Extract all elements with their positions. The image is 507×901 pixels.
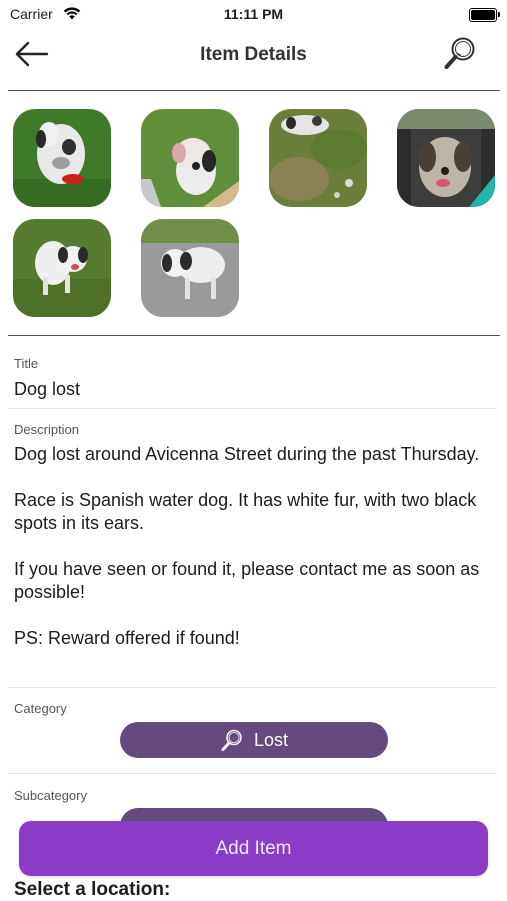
clock: 11:11 PM [223,6,284,22]
photo-thumbnail[interactable] [13,109,111,207]
description-label: Description [14,422,80,437]
photo-thumbnail[interactable] [141,109,239,207]
add-item-button[interactable]: Add Item [19,821,488,876]
gallery-divider [8,335,500,336]
magnifier-icon [444,37,475,69]
title-value: Dog lost [14,379,81,399]
photo-thumbnail[interactable] [269,109,367,207]
field-separator [8,687,496,688]
category-button[interactable]: Lost [120,722,388,758]
category-label: Category [14,701,67,716]
photo-thumbnail[interactable] [397,109,495,207]
status-bar: Carrier 11:11 PM [0,0,507,28]
photo-thumbnail[interactable] [141,219,239,317]
subcategory-label: Subcategory [14,788,87,803]
category-value: Lost [253,729,289,750]
description-value: Dog lost around Avicenna Street during t… [14,444,480,648]
battery-icon [469,8,500,22]
nav-bar: Item Details [0,28,507,90]
page-title: Item Details [200,44,307,65]
field-separator [8,408,496,409]
title-label: Title [14,356,39,371]
select-location-heading: Select a location: [14,879,171,900]
search-button[interactable] [443,36,477,72]
field-separator [8,773,496,774]
magnifier-icon [220,728,244,752]
header-divider [8,90,500,91]
photo-thumbnail[interactable] [13,219,111,317]
